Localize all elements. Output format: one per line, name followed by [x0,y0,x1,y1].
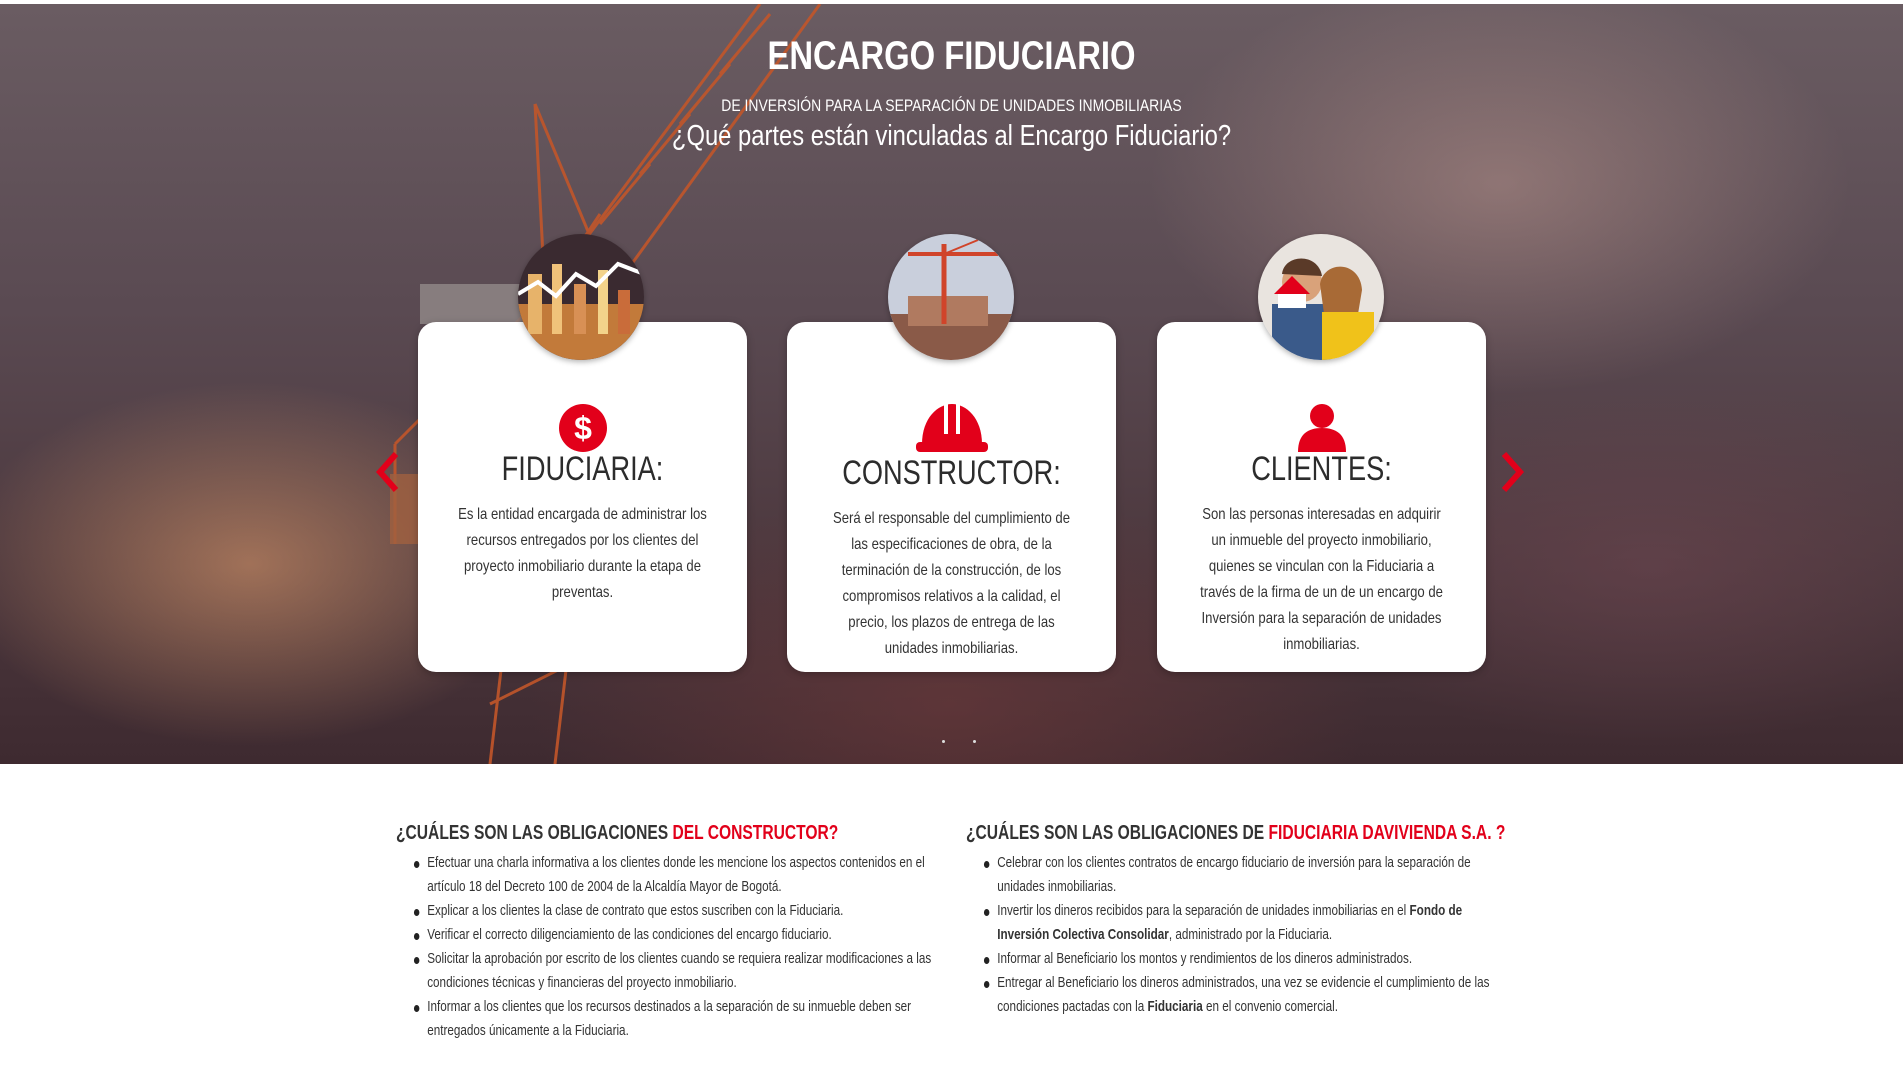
carousel-dot[interactable] [973,740,977,743]
chevron-right-icon [1501,452,1525,492]
carousel-dot[interactable] [942,740,945,743]
constructor-obligations: ¿CUÁLES SON LAS OBLIGACIONES DEL CONSTRU… [396,822,941,1043]
card-title: FIDUCIARIA: [501,450,664,488]
card-fiduciaria: $ FIDUCIARIA: Es la entidad encargada de… [418,322,747,672]
happy-couple-photo [1258,234,1384,360]
section-heading: ¿CUÁLES SON LAS OBLIGACIONES DEL CONSTRU… [396,822,839,844]
carousel-next-button[interactable] [1498,450,1528,494]
list-item: Verificar el correcto diligenciamiento d… [396,923,942,947]
construction-crane-photo [888,234,1014,360]
card-description: Son las personas interesadas en adquirir… [1200,506,1443,653]
section-heading: ¿CUÁLES SON LAS OBLIGACIONES DE FIDUCIAR… [966,822,1506,844]
hero-banner: ENCARGO FIDUCIARIO DE INVERSIÓN PARA LA … [0,4,1903,764]
card-title: CONSTRUCTOR: [842,454,1061,492]
section-question: ¿Qué partes están vinculadas al Encargo … [671,120,1232,152]
svg-text:$: $ [574,410,592,446]
page-title: ENCARGO FIDUCIARIO [767,34,1136,78]
obligations-list: Celebrar con los clientes contratos de e… [966,851,1504,1019]
list-item: Informar al Beneficiario los montos y re… [966,947,1504,971]
card-clientes: CLIENTES: Son las personas interesadas e… [1157,322,1486,672]
list-item: Entregar al Beneficiario los dineros adm… [966,971,1504,1019]
card-description: Es la entidad encargada de administrar l… [458,506,707,601]
fiduciaria-obligations: ¿CUÁLES SON LAS OBLIGACIONES DE FIDUCIAR… [966,822,1506,1019]
card-description: Será el responsable del cumplimiento de … [832,510,1071,657]
person-icon [1157,402,1486,457]
hard-hat-icon [787,400,1116,461]
carousel-prev-button[interactable] [372,450,402,494]
chevron-left-icon [375,452,399,492]
carousel-dots [930,730,988,748]
list-item: Invertir los dineros recibidos para la s… [966,899,1504,947]
finance-chart-photo [518,234,644,360]
list-item: Informar a los clientes que los recursos… [396,995,942,1043]
page-subtitle: DE INVERSIÓN PARA LA SEPARACIÓN DE UNIDA… [721,96,1182,115]
list-item: Efectuar una charla informativa a los cl… [396,851,942,899]
card-constructor: CONSTRUCTOR: Será el responsable del cum… [787,322,1116,672]
list-item: Solicitar la aprobación por escrito de l… [396,947,942,995]
list-item: Celebrar con los clientes contratos de e… [966,851,1504,899]
list-item: Explicar a los clientes la clase de cont… [396,899,942,923]
obligations-list: Efectuar una charla informativa a los cl… [396,851,942,1043]
card-title: CLIENTES: [1251,450,1392,488]
